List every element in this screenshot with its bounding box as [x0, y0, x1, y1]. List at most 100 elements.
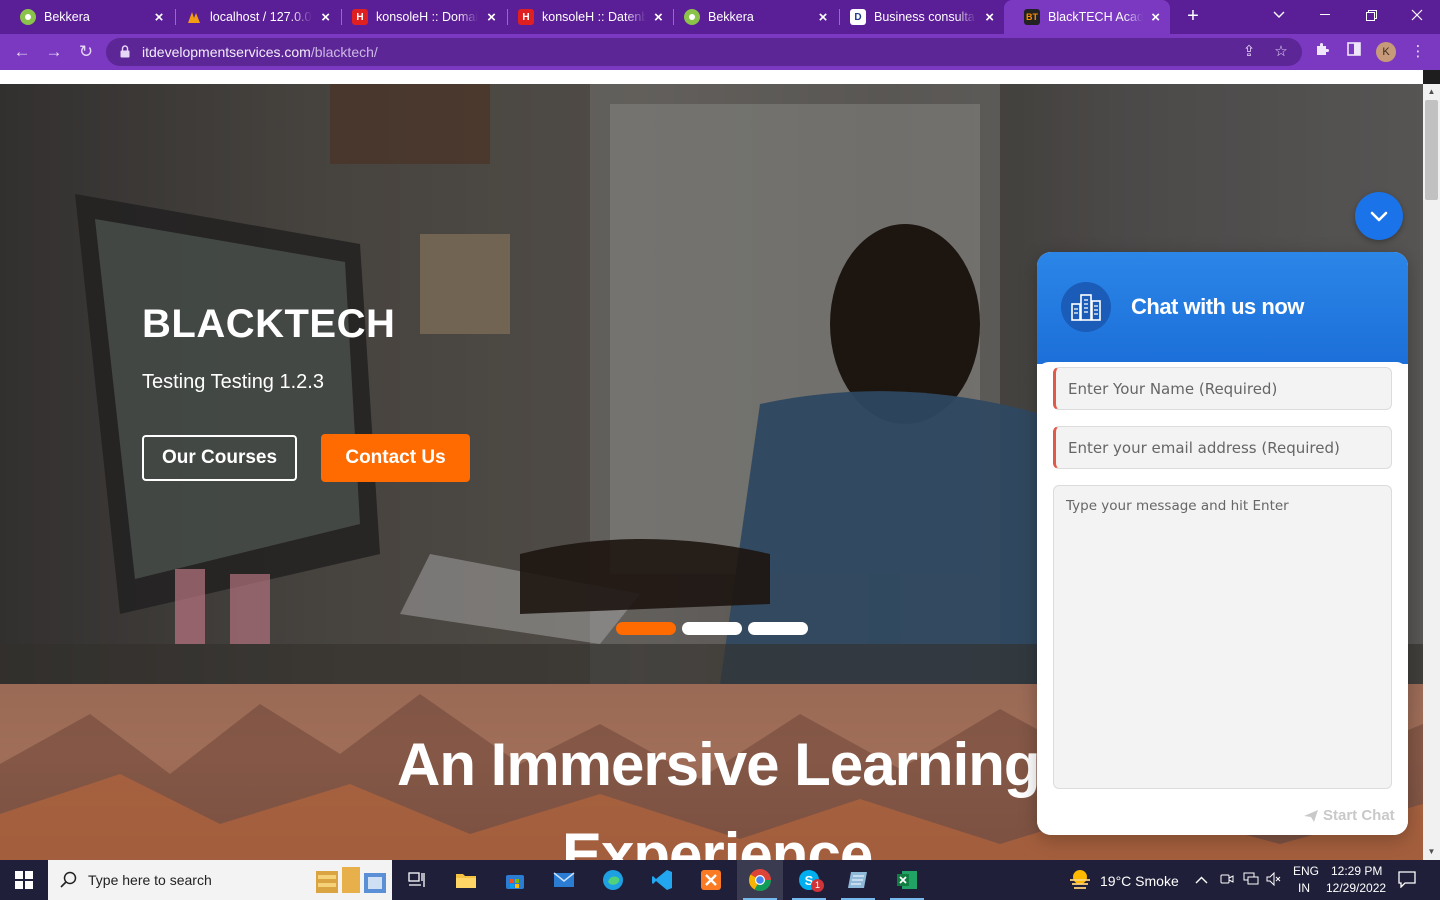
chat-form: Start Chat — [1037, 362, 1408, 835]
network-icon[interactable] — [1243, 872, 1259, 889]
tab-title: Business consultant — [874, 10, 977, 24]
task-view-icon[interactable] — [394, 860, 440, 900]
reload-icon[interactable]: ↻ — [75, 41, 97, 63]
paper-plane-icon — [1304, 809, 1318, 822]
search-icon — [60, 871, 77, 888]
chat-header: Chat with us now — [1037, 252, 1408, 364]
start-chat-button[interactable]: Start Chat — [1303, 807, 1395, 824]
tab-title: konsoleH :: Datenbank — [542, 10, 646, 24]
tab-search-chevron-icon[interactable] — [1256, 0, 1302, 30]
page-viewport: BLACKTECH Testing Testing 1.2.3 Our Cour… — [0, 84, 1423, 860]
tab-title: Bekkera — [44, 10, 90, 24]
taskbar-search-box[interactable]: Type here to search — [48, 860, 392, 900]
menu-kebab-icon[interactable]: ⋮ — [1407, 41, 1429, 63]
vscode-icon[interactable] — [639, 860, 685, 900]
profile-avatar[interactable]: K — [1376, 42, 1396, 62]
share-icon[interactable]: ⇪ — [1240, 43, 1258, 61]
tab-title: BlackTECH Academy — [1048, 10, 1144, 24]
excel-icon[interactable] — [884, 860, 930, 900]
chat-collapse-button[interactable] — [1355, 192, 1403, 240]
close-icon[interactable]: × — [815, 9, 831, 26]
scroll-down-arrow-icon[interactable]: ▼ — [1423, 844, 1440, 860]
slider-dot-2[interactable] — [682, 622, 742, 635]
back-arrow-icon[interactable]: ← — [11, 41, 33, 63]
xampp-icon[interactable] — [688, 860, 734, 900]
section-heading: An Immersive Learning Experience — [397, 731, 1041, 860]
new-tab-plus-icon[interactable]: + — [1182, 5, 1204, 27]
side-panel-icon[interactable] — [1343, 41, 1365, 63]
clock-time[interactable]: 12:29 PM — [1331, 864, 1382, 878]
notepad-app-icon[interactable] — [835, 860, 881, 900]
close-icon[interactable]: × — [318, 9, 333, 26]
mail-icon[interactable] — [541, 860, 587, 900]
tab-localhost[interactable]: localhost / 127.0.0.1 × — [166, 0, 341, 34]
tab-title: konsoleH :: Domain — [376, 10, 479, 24]
taskbar-search-placeholder: Type here to search — [88, 872, 212, 888]
tab-bekkera-2[interactable]: Bekkera × — [664, 0, 839, 34]
tab-blacktech-academy[interactable]: BT BlackTECH Academy × — [1004, 0, 1170, 34]
skype-notification-badge: 1 — [811, 879, 824, 892]
microsoft-store-icon[interactable] — [492, 860, 538, 900]
language-region: IN — [1298, 881, 1310, 895]
slider-dot-3[interactable] — [748, 622, 808, 635]
scroll-up-arrow-icon[interactable]: ▲ — [1423, 84, 1440, 100]
url-text: itdevelopmentservices.com/blacktech/ — [142, 44, 378, 60]
tab-title: Bekkera — [708, 10, 754, 24]
weather-text[interactable]: 19°C Smoke — [1100, 873, 1179, 889]
lock-icon — [120, 45, 130, 58]
chrome-browser-icon[interactable] — [737, 860, 783, 900]
tab-konsoleh-db[interactable]: H konsoleH :: Datenbank × — [498, 0, 673, 34]
chat-widget: Chat with us now Start Chat — [1037, 252, 1408, 835]
close-icon[interactable]: × — [1149, 9, 1162, 26]
language-indicator[interactable]: ENG — [1293, 864, 1319, 878]
phpmyadmin-favicon-icon — [186, 9, 202, 25]
windows-start-icon[interactable] — [0, 860, 48, 900]
extensions-puzzle-icon[interactable] — [1311, 41, 1333, 63]
page-scrollbar[interactable]: ▲ ▼ — [1423, 84, 1440, 860]
clock-date[interactable]: 12/29/2022 — [1326, 881, 1386, 895]
slider-dot-1[interactable] — [616, 622, 676, 635]
skype-icon[interactable]: S 1 — [786, 860, 832, 900]
windows-taskbar: Type here to search S 1 19°C Smoke ENG I… — [0, 860, 1440, 900]
file-explorer-icon[interactable] — [443, 860, 489, 900]
close-icon[interactable]: × — [982, 9, 997, 26]
business-favicon-icon: D — [850, 9, 866, 25]
tab-title: localhost / 127.0.0.1 — [210, 10, 313, 24]
scroll-thumb[interactable] — [1425, 100, 1438, 200]
tab-business-consultant[interactable]: D Business consultant × — [830, 0, 1005, 34]
bookmark-star-icon[interactable]: ☆ — [1272, 43, 1290, 61]
volume-muted-icon[interactable] — [1266, 871, 1282, 889]
close-icon[interactable]: × — [484, 9, 499, 26]
minimize-icon[interactable] — [1302, 0, 1348, 30]
forward-arrow-icon[interactable]: → — [43, 41, 65, 63]
tab-bekkera-1[interactable]: Bekkera × — [0, 0, 175, 34]
bekkera-favicon-icon — [684, 9, 700, 25]
restore-icon[interactable] — [1348, 0, 1394, 30]
page-top-strip — [0, 70, 1423, 84]
close-icon[interactable]: × — [151, 9, 167, 26]
our-courses-button[interactable]: Our Courses — [142, 435, 297, 481]
email-field[interactable] — [1053, 426, 1392, 469]
message-field[interactable] — [1053, 485, 1392, 789]
browser-toolbar: ← → ↻ itdevelopmentservices.com/blacktec… — [0, 34, 1440, 70]
weather-haze-icon — [1070, 870, 1090, 889]
blacktech-favicon-icon: BT — [1024, 9, 1040, 25]
konsoleh-favicon-icon: H — [352, 9, 368, 25]
name-field[interactable] — [1053, 367, 1392, 410]
search-highlight-illustration-icon — [316, 867, 386, 893]
tray-chevron-up-icon[interactable] — [1195, 872, 1208, 887]
konsoleh-favicon-icon: H — [518, 9, 534, 25]
window-close-icon[interactable] — [1394, 0, 1440, 30]
chevron-down-icon — [1370, 211, 1388, 222]
contact-us-button[interactable]: Contact Us — [321, 434, 470, 482]
edge-browser-icon[interactable] — [590, 860, 636, 900]
chat-title: Chat with us now — [1131, 294, 1304, 319]
meet-now-icon[interactable] — [1220, 872, 1234, 889]
chat-avatar — [1061, 282, 1111, 332]
address-bar[interactable]: itdevelopmentservices.com/blacktech/ ⇪ ☆ — [106, 38, 1302, 66]
browser-tab-strip: Bekkera × localhost / 127.0.0.1 × H kons… — [0, 0, 1440, 34]
notification-center-icon[interactable] — [1398, 871, 1416, 891]
hero-subtitle: Testing Testing 1.2.3 — [142, 371, 324, 393]
hero-brand-title: BLACKTECH — [142, 302, 396, 346]
tab-konsoleh-domain[interactable]: H konsoleH :: Domain × — [332, 0, 507, 34]
